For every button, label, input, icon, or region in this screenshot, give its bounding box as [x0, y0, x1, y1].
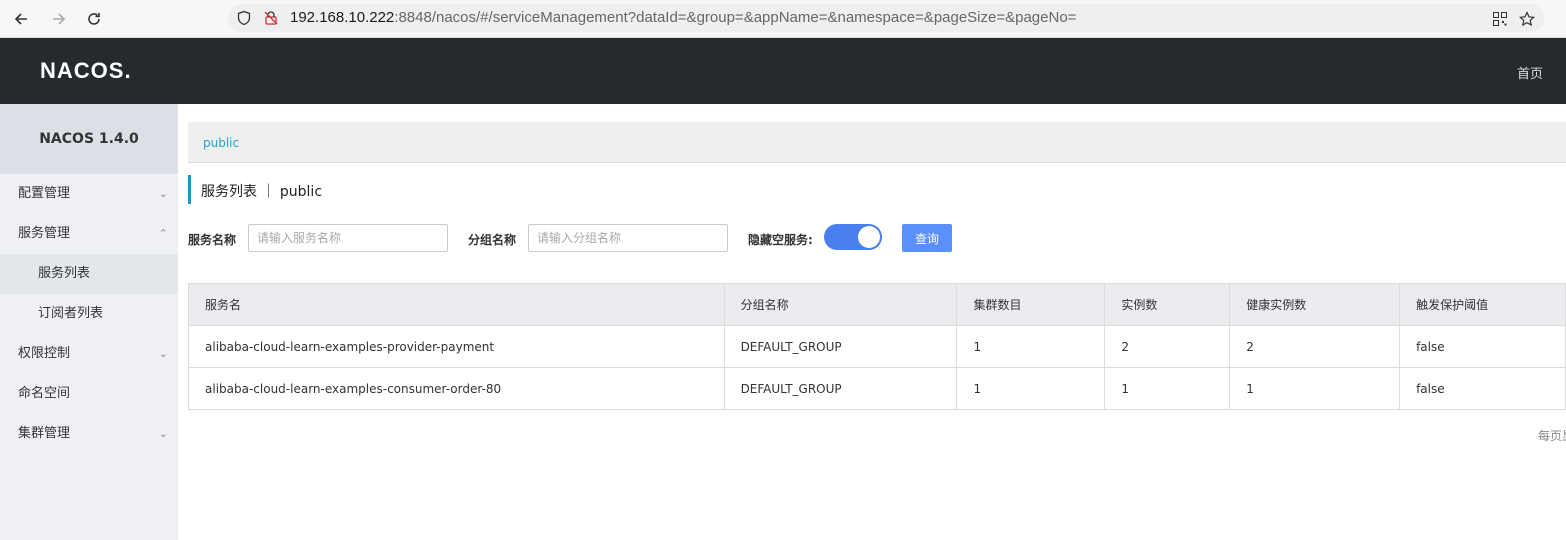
healthy-instance-cell: 2 [1229, 325, 1401, 368]
sidebar-item-service-management[interactable]: 服务管理 ⌃ [0, 214, 178, 254]
home-link[interactable]: 首页 [1517, 63, 1543, 82]
reload-icon[interactable] [82, 7, 106, 31]
healthy-instance-cell: 1 [1229, 367, 1401, 410]
page-title: 服务列表 ｜ public [201, 184, 323, 200]
column-header: 集群数目 [956, 283, 1106, 326]
sidebar-item-permission-control[interactable]: 权限控制 ⌄ [0, 334, 178, 374]
page-size-label: 每页显 [1538, 429, 1566, 443]
nacos-logo[interactable]: NACOS. [40, 58, 132, 84]
namespace-bar: public [188, 122, 1566, 163]
table-header-row: 服务名 分组名称 集群数目 实例数 健康实例数 触发保护阈值 [188, 283, 1566, 326]
qr-code-icon[interactable] [1488, 7, 1512, 31]
toggle-knob [858, 226, 880, 248]
sidebar-item-namespace[interactable]: 命名空间 [0, 374, 178, 414]
forward-arrow-icon[interactable] [47, 7, 71, 31]
chevron-down-icon: ⌄ [158, 187, 168, 200]
table-row: alibaba-cloud-learn-examples-provider-pa… [188, 325, 1566, 368]
chevron-up-icon: ⌃ [158, 227, 168, 240]
protect-threshold-cell: false [1399, 325, 1566, 368]
hide-empty-toggle[interactable] [824, 224, 882, 250]
query-button[interactable]: 查询 [902, 224, 952, 252]
cluster-count-cell: 1 [956, 367, 1106, 410]
group-name-input[interactable] [528, 224, 728, 252]
service-table: 服务名 分组名称 集群数目 实例数 健康实例数 触发保护阈值 alibaba-c… [188, 283, 1566, 410]
top-header: NACOS. 首页 [0, 38, 1566, 104]
column-header: 健康实例数 [1229, 283, 1401, 326]
insecure-lock-icon[interactable] [263, 10, 279, 26]
sidebar-item-service-list[interactable]: 服务列表 [0, 254, 178, 294]
column-header: 分组名称 [723, 283, 958, 326]
sidebar-item-subscriber-list[interactable]: 订阅者列表 [0, 294, 178, 334]
group-name-cell: DEFAULT_GROUP [723, 367, 958, 410]
page-title-block: 服务列表 ｜ public [188, 175, 322, 204]
instance-count-cell: 1 [1104, 367, 1231, 410]
browser-toolbar: 192.168.10.222:8848/nacos/#/serviceManag… [0, 0, 1566, 38]
column-header: 实例数 [1104, 283, 1231, 326]
chevron-down-icon: ⌄ [158, 347, 168, 360]
table-row: alibaba-cloud-learn-examples-consumer-or… [188, 367, 1566, 410]
group-name-cell: DEFAULT_GROUP [723, 325, 958, 368]
namespace-link-public[interactable]: public [203, 136, 239, 150]
group-name-label: 分组名称 [468, 233, 517, 247]
bookmark-star-icon[interactable] [1515, 7, 1539, 31]
chevron-down-icon: ⌄ [158, 427, 168, 440]
sidebar-item-config-management[interactable]: 配置管理 ⌄ [0, 174, 178, 214]
column-header: 触发保护阈值 [1399, 283, 1566, 326]
hide-empty-label: 隐藏空服务: [748, 233, 813, 247]
address-bar[interactable]: 192.168.10.222:8848/nacos/#/serviceManag… [228, 4, 1544, 32]
back-arrow-icon[interactable] [9, 7, 33, 31]
sidebar-item-cluster-management[interactable]: 集群管理 ⌄ [0, 414, 178, 454]
sidebar: NACOS 1.4.0 配置管理 ⌄ 服务管理 ⌃ 服务列表 订阅者列表 权限控制 ⌄… [0, 104, 178, 540]
cluster-count-cell: 1 [956, 325, 1106, 368]
service-name-cell: alibaba-cloud-learn-examples-consumer-or… [188, 367, 725, 410]
shield-icon[interactable] [236, 10, 252, 26]
instance-count-cell: 2 [1104, 325, 1231, 368]
url-text: 192.168.10.222:8848/nacos/#/serviceManag… [290, 9, 1077, 26]
protect-threshold-cell: false [1399, 367, 1566, 410]
column-header: 服务名 [188, 283, 725, 326]
service-name-input[interactable] [248, 224, 448, 252]
service-name-cell: alibaba-cloud-learn-examples-provider-pa… [188, 325, 725, 368]
version-title: NACOS 1.4.0 [0, 104, 178, 174]
service-name-label: 服务名称 [188, 233, 237, 247]
